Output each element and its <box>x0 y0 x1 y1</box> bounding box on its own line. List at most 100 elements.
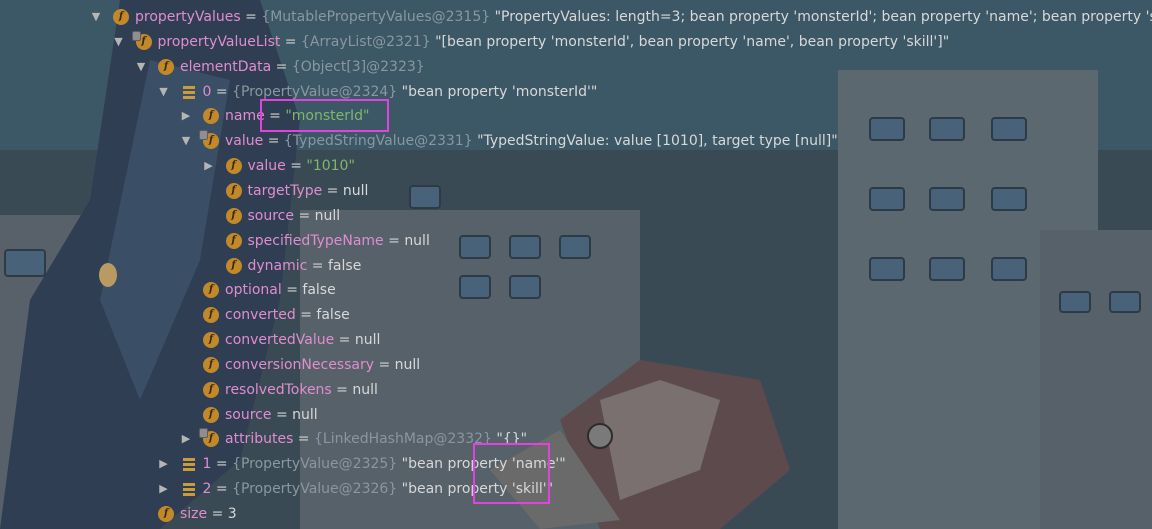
field-icon: f <box>225 207 242 224</box>
equals-sign: = <box>331 381 353 398</box>
field-value: 3 <box>227 506 237 522</box>
triangle-down-icon[interactable]: ▼ <box>179 130 193 152</box>
field-name: source <box>247 207 295 224</box>
tree-row-text: resolvedTokens = null <box>225 379 378 401</box>
tree-row[interactable]: ▶ f attributes = {LinkedHashMap@2332} "{}" <box>0 428 1152 450</box>
field-icon: f <box>225 257 242 274</box>
equals-sign: = <box>293 431 314 448</box>
tree-row[interactable]: ▶ 2 = {PropertyValue@2326} "bean property… <box>0 478 1152 500</box>
field-value: false <box>302 282 336 299</box>
equals-sign: = <box>322 182 343 199</box>
triangle-right-icon[interactable]: ▶ <box>179 105 193 127</box>
field-icon: f <box>203 108 219 125</box>
equals-sign: = <box>240 9 262 25</box>
tree-row-text: dynamic = false <box>248 255 362 277</box>
field-value: "[bean property 'monsterId', bean proper… <box>435 33 950 50</box>
field-icon: f <box>199 428 219 448</box>
equals-sign: = <box>374 356 395 373</box>
triangle-down-icon[interactable]: ▼ <box>89 6 103 28</box>
equals-sign: = <box>271 58 292 75</box>
tree-row[interactable]: ▼ 0 = {PropertyValue@2324} "bean property… <box>0 81 1152 103</box>
tree-row[interactable]: ▶ f value = "1010" <box>0 155 1152 177</box>
tree-row[interactable]: f specifiedTypeName = null <box>0 230 1152 252</box>
array-element-icon <box>180 481 197 498</box>
tree-row-text: convertedValue = null <box>225 329 380 351</box>
tree-row-text: size = 3 <box>180 503 237 525</box>
object-reference: {LinkedHashMap@2332} <box>314 431 492 448</box>
field-value: null <box>394 356 421 373</box>
field-name: source <box>225 406 272 423</box>
equals-sign: = <box>307 257 328 274</box>
object-reference: {PropertyValue@2326} <box>232 481 398 498</box>
triangle-right-icon[interactable]: ▶ <box>157 453 171 475</box>
equals-sign: = <box>211 481 233 498</box>
tree-row[interactable]: f convertedValue = null <box>0 329 1152 351</box>
triangle-right-icon[interactable]: ▶ <box>157 478 171 500</box>
tree-row-text: converted = false <box>225 304 350 326</box>
object-reference: {MutablePropertyValues@2315} <box>261 9 491 25</box>
field-icon: f <box>158 58 174 75</box>
field-icon: f <box>158 506 174 522</box>
tree-row-text: elementData = {Object[3]@2323} <box>180 56 425 78</box>
tree-row[interactable]: f size = 3 <box>0 503 1152 525</box>
tree-row-text: propertyValueList = {ArrayList@2321} "[b… <box>158 31 950 53</box>
field-name: optional <box>225 282 282 299</box>
equals-sign: = <box>271 406 293 423</box>
object-reference: {Object[3]@2323} <box>291 58 425 75</box>
field-icon: f <box>113 9 129 25</box>
array-element-icon <box>180 83 197 100</box>
field-name: size <box>180 506 208 522</box>
field-icon: f <box>203 356 219 373</box>
field-icon: f <box>225 182 242 199</box>
field-value: "1010" <box>306 158 355 175</box>
tree-row[interactable]: f converted = false <box>0 304 1152 326</box>
triangle-down-icon[interactable]: ▼ <box>134 56 148 78</box>
field-icon: f <box>203 282 219 299</box>
field-name: targetType <box>247 182 323 199</box>
tree-row[interactable]: f source = null <box>0 404 1152 426</box>
tree-row[interactable]: ▼ f propertyValues = {MutablePropertyValue… <box>0 6 1152 28</box>
field-value: false <box>328 257 362 274</box>
field-value: null <box>342 182 369 199</box>
equals-sign: = <box>334 332 355 349</box>
field-icon: f <box>203 307 219 324</box>
equals-sign: = <box>263 133 284 150</box>
field-icon: f <box>225 232 242 249</box>
equals-sign: = <box>295 307 317 324</box>
debugger-variables-tree: ▼ f propertyValues = {MutablePropertyValue… <box>0 0 1152 529</box>
field-name: propertyValueList <box>157 33 281 50</box>
tree-row-text: source = null <box>248 205 341 227</box>
tree-row[interactable]: f resolvedTokens = null <box>0 379 1152 401</box>
field-value: "TypedStringValue: value [1010], target … <box>477 133 838 150</box>
tree-row-text: propertyValues = {MutablePropertyValues@… <box>135 6 1152 28</box>
field-value: null <box>404 232 430 249</box>
tree-row[interactable]: ▼ f value = {TypedStringValue@2331} "Typed… <box>0 130 1152 152</box>
equals-sign: = <box>285 158 307 175</box>
highlight-box-name-skill <box>473 443 550 504</box>
field-value: null <box>292 406 318 423</box>
triangle-down-icon[interactable]: ▼ <box>112 31 126 53</box>
tree-row-text: targetType = null <box>248 180 369 202</box>
tree-row[interactable]: ▼ f propertyValueList = {ArrayList@2321} "… <box>0 30 1152 53</box>
tree-row[interactable]: f conversionNecessary = null <box>0 354 1152 376</box>
tree-row-text: optional = false <box>225 279 336 301</box>
tree-row[interactable]: f dynamic = false <box>0 255 1152 277</box>
tree-row[interactable]: ▶ f name = "monsterId" <box>0 105 1152 127</box>
field-icon: f <box>131 30 152 50</box>
tree-row[interactable]: ▶ 1 = {PropertyValue@2325} "bean property… <box>0 453 1152 475</box>
field-name: resolvedTokens <box>225 381 332 398</box>
tree-row[interactable]: f source = null <box>0 205 1152 227</box>
tree-row[interactable]: f optional = false <box>0 279 1152 301</box>
field-value: null <box>354 332 381 349</box>
triangle-down-icon[interactable]: ▼ <box>157 81 171 103</box>
triangle-right-icon[interactable]: ▶ <box>202 155 216 177</box>
triangle-right-icon[interactable]: ▶ <box>179 428 193 450</box>
field-value: false <box>316 307 350 324</box>
field-name: value <box>247 158 286 175</box>
field-icon: f <box>199 130 219 150</box>
tree-row[interactable]: ▼ f elementData = {Object[3]@2323} <box>0 56 1152 78</box>
equals-sign: = <box>281 282 303 299</box>
equals-sign: = <box>211 456 233 473</box>
object-reference: {PropertyValue@2324} <box>232 83 398 100</box>
tree-row[interactable]: f targetType = null <box>0 180 1152 202</box>
